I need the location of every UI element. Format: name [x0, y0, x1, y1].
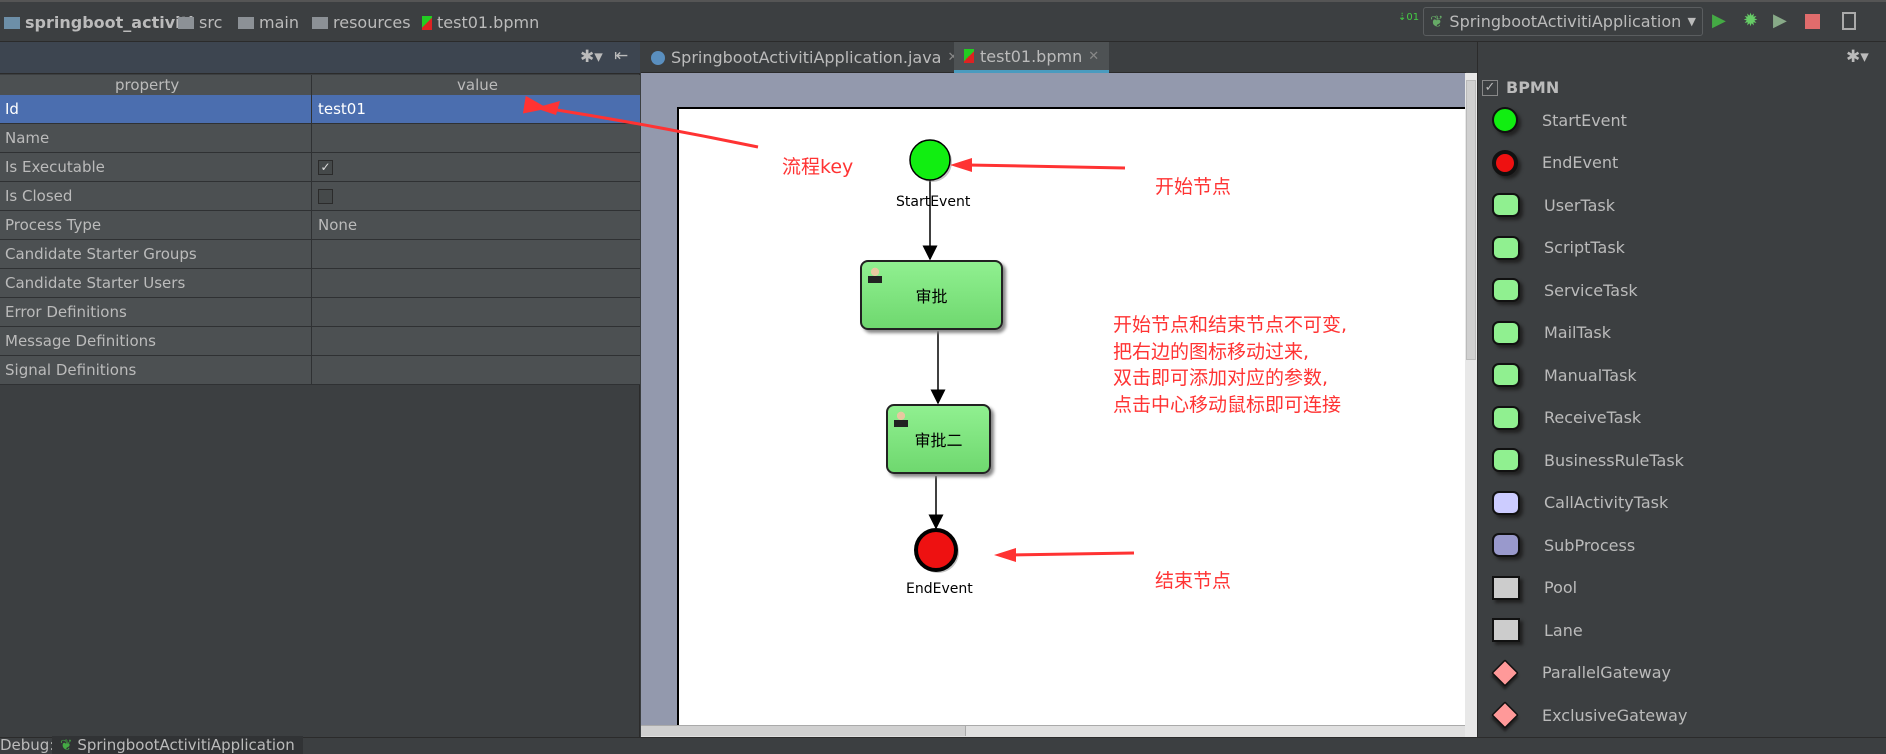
user-task-node[interactable]: 审批二	[886, 404, 991, 474]
palette-item-script-task[interactable]: ScriptTask	[1492, 230, 1625, 266]
gear-icon[interactable]: ✱▾	[1846, 47, 1869, 67]
palette-item-start-event[interactable]: StartEvent	[1492, 102, 1627, 138]
palette-item-pool[interactable]: Pool	[1492, 570, 1577, 606]
mail-task-icon	[1492, 320, 1520, 345]
palette-title: BPMN	[1506, 78, 1560, 97]
palette-item-label: Pool	[1544, 578, 1578, 597]
palette-item-business-rule-task[interactable]: BusinessRuleTask	[1492, 442, 1684, 478]
palette-item-end-event[interactable]: EndEvent	[1492, 145, 1618, 181]
user-icon	[894, 411, 908, 427]
palette-item-label: EndEvent	[1542, 153, 1619, 172]
annotation-arrowhead	[535, 101, 560, 115]
task-label: 审批	[915, 287, 948, 306]
palette-item-label: SubProcess	[1544, 535, 1636, 555]
sub-process-icon	[1492, 533, 1520, 557]
annotation-arrow	[1011, 551, 1135, 557]
note-line: 开始节点和结束节点不可变,	[1113, 314, 1348, 336]
palette-item-sub-process[interactable]: SubProcess	[1492, 527, 1635, 563]
manual-task-icon	[1492, 363, 1520, 387]
lane-icon	[1492, 618, 1520, 642]
annotation-note: 开始节点和结束节点不可变, 把右边的图标移动过来, 双击即可添加对应的参数, 点…	[1113, 312, 1347, 418]
user-icon	[868, 267, 882, 283]
start-event-label: StartEvent	[896, 194, 971, 210]
end-event-node[interactable]	[914, 528, 958, 572]
annotation-arrowhead	[994, 548, 1016, 562]
palette-item-label: ScriptTask	[1544, 238, 1625, 257]
palette-item-label: MailTask	[1544, 323, 1612, 342]
bottom-tool-bar: Debug: ❦ SpringbootActivitiApplication	[0, 736, 1886, 754]
palette-item-lane[interactable]: Lane	[1492, 612, 1583, 648]
user-task-node[interactable]: 审批	[860, 260, 1003, 330]
parallel-gateway-icon	[1491, 658, 1519, 687]
palette-item-label: StartEvent	[1542, 110, 1627, 130]
pool-icon	[1492, 575, 1520, 600]
annotation-end-node: 结束节点	[1155, 570, 1232, 592]
call-activity-task-icon	[1492, 490, 1520, 515]
note-line: 双击即可添加对应的参数,	[1113, 367, 1329, 389]
palette-item-label: ReceiveTask	[1544, 408, 1642, 427]
palette-item-label: UserTask	[1544, 195, 1615, 215]
note-line: 把右边的图标移动过来,	[1113, 340, 1310, 363]
palette-item-service-task[interactable]: ServiceTask	[1492, 272, 1638, 308]
annotation-arrowhead	[950, 158, 972, 172]
start-event-icon	[1492, 107, 1518, 133]
palette-item-label: ManualTask	[1544, 365, 1637, 385]
debug-session-tab[interactable]: ❦ SpringbootActivitiApplication	[52, 736, 303, 754]
palette-item-label: CallActivityTask	[1544, 493, 1669, 512]
end-event-icon	[1492, 149, 1518, 176]
palette-item-mail-task[interactable]: MailTask	[1492, 315, 1611, 351]
end-event-label: EndEvent	[906, 581, 973, 597]
palette-item-label: ServiceTask	[1544, 280, 1638, 300]
palette-item-parallel-gateway[interactable]: ParallelGateway	[1491, 655, 1671, 691]
task-label: 审批二	[914, 431, 963, 450]
annotation-arrow	[967, 163, 1126, 170]
service-task-icon	[1492, 278, 1520, 302]
palette-item-exclusive-gateway[interactable]: ExclusiveGateway	[1491, 697, 1688, 733]
session-label: SpringbootActivitiApplication	[77, 736, 295, 754]
receive-task-icon	[1492, 405, 1520, 430]
exclusive-gateway-icon	[1491, 701, 1519, 729]
debug-label: Debug:	[0, 736, 55, 754]
palette-item-receive-task[interactable]: ReceiveTask	[1492, 400, 1641, 436]
palette-item-label: BusinessRuleTask	[1544, 450, 1684, 470]
start-event-node[interactable]	[909, 139, 951, 181]
annotation-process-key: 流程key	[782, 156, 854, 178]
palette-item-user-task[interactable]: UserTask	[1492, 187, 1615, 223]
palette-item-label: ParallelGateway	[1542, 663, 1671, 682]
script-task-icon	[1492, 235, 1520, 260]
bpmn-group-header[interactable]: ✓ BPMN	[1482, 78, 1559, 97]
note-line: 点击中心移动鼠标即可连接	[1113, 393, 1342, 416]
annotation-arrow	[522, 95, 759, 149]
annotation-start-node: 开始节点	[1155, 176, 1232, 198]
palette-item-call-activity-task[interactable]: CallActivityTask	[1492, 485, 1668, 521]
palette-item-manual-task[interactable]: ManualTask	[1492, 357, 1637, 393]
checkbox-checked-icon: ✓	[1482, 79, 1498, 96]
user-task-icon	[1492, 193, 1520, 217]
palette-item-label: ExclusiveGateway	[1542, 705, 1688, 725]
bpmn-palette: ✱▾ ✓ BPMN StartEvent EndEvent UserTask Scri…	[1477, 42, 1886, 737]
palette-item-label: Lane	[1544, 620, 1583, 640]
spring-boot-icon: ❦	[60, 736, 78, 754]
business-rule-task-icon	[1492, 448, 1520, 472]
